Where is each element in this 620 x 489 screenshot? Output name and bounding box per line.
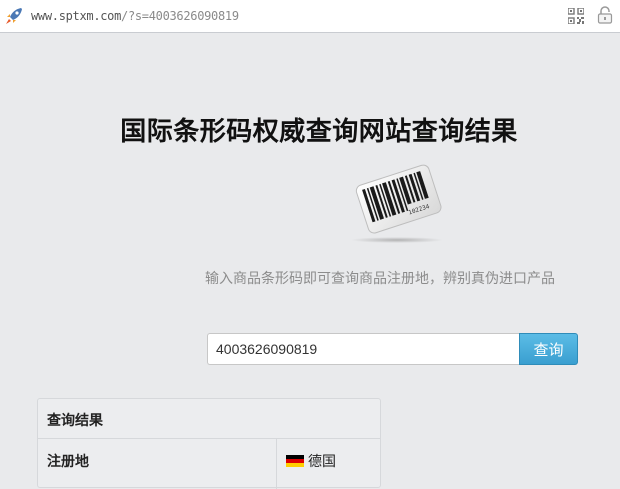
result-table: 查询结果 注册地 德国 xyxy=(37,398,381,489)
result-header-label: 查询结果 xyxy=(47,413,103,429)
barcode-icon: 102234 xyxy=(351,164,443,243)
browser-address-bar: www.sptxm.com/?s=4003626090819 xyxy=(0,0,620,33)
germany-flag-icon xyxy=(286,455,304,467)
page-title: 国际条形码权威查询网站查询结果 xyxy=(120,117,518,147)
url-path: /?s=4003626090819 xyxy=(121,9,239,23)
barcode-search-input[interactable] xyxy=(207,333,519,365)
flag-stripe-gold xyxy=(286,463,304,467)
registration-value: 德国 xyxy=(308,454,336,470)
rocket-icon[interactable] xyxy=(4,6,24,26)
url-field[interactable]: www.sptxm.com/?s=4003626090819 xyxy=(31,8,239,24)
search-button[interactable]: 查询 xyxy=(519,333,578,365)
qr-code-icon[interactable] xyxy=(568,8,584,24)
url-host: www.sptxm.com xyxy=(31,9,122,23)
result-table-header: 查询结果 xyxy=(38,399,380,439)
page-subtitle: 输入商品条形码即可查询商品注册地，辨别真伪进口产品 xyxy=(205,271,555,287)
column-divider xyxy=(276,439,277,489)
table-row: 注册地 德国 xyxy=(38,439,380,489)
registration-label: 注册地 xyxy=(47,454,89,470)
lock-icon[interactable] xyxy=(597,6,613,24)
